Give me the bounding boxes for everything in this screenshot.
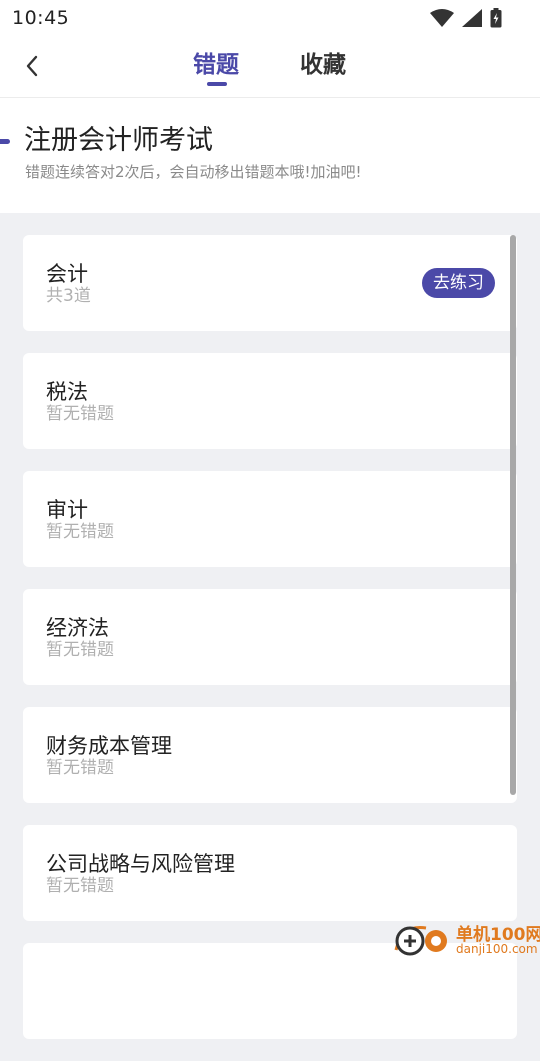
- watermark-url: danji100.com: [456, 942, 538, 956]
- signal-icon: [462, 9, 482, 27]
- wifi-icon: [430, 9, 454, 27]
- subject-card-economic-law[interactable]: 经济法 暂无错题: [23, 589, 517, 685]
- subject-name: 税法: [46, 380, 88, 404]
- watermark: 单机100网 danji100.com: [390, 918, 540, 960]
- battery-icon: [490, 8, 502, 28]
- subject-status: 共3道: [46, 286, 91, 306]
- subject-status: 暂无错题: [46, 522, 114, 542]
- subject-status: 暂无错题: [46, 640, 114, 660]
- exam-title: 注册会计师考试: [24, 125, 213, 156]
- watermark-logo-icon: [394, 925, 447, 956]
- back-button[interactable]: [16, 50, 48, 82]
- subject-name: 财务成本管理: [46, 734, 172, 758]
- status-time: 10:45: [12, 7, 70, 29]
- header-bar: 错题 收藏: [0, 36, 540, 98]
- practice-button[interactable]: 去练习: [422, 268, 495, 298]
- tab-active-indicator: [207, 82, 227, 86]
- subject-card-audit[interactable]: 审计 暂无错题: [23, 471, 517, 567]
- tab-favorites[interactable]: 收藏: [300, 50, 346, 80]
- subject-card-accounting[interactable]: 会计 共3道 去练习: [23, 235, 517, 331]
- status-bar: 10:45: [0, 0, 540, 36]
- subject-name: 经济法: [46, 616, 109, 640]
- subject-card-financial-cost-management[interactable]: 财务成本管理 暂无错题: [23, 707, 517, 803]
- status-icons: [430, 8, 502, 28]
- subject-status: 暂无错题: [46, 404, 114, 424]
- exam-section: 注册会计师考试 错题连续答对2次后，会自动移出错题本哦!加油吧!: [0, 98, 540, 213]
- subject-name: 公司战略与风险管理: [46, 852, 235, 876]
- scrollbar[interactable]: [510, 235, 516, 795]
- subject-card-corporate-strategy[interactable]: 公司战略与风险管理 暂无错题: [23, 825, 517, 921]
- subject-status: 暂无错题: [46, 758, 114, 778]
- subject-status: 暂无错题: [46, 876, 114, 896]
- tab-label: 收藏: [300, 52, 346, 78]
- subject-name: 审计: [46, 498, 88, 522]
- tab-wrong-questions[interactable]: 错题: [193, 50, 239, 86]
- tab-label: 错题: [193, 52, 239, 78]
- subject-card-tax-law[interactable]: 税法 暂无错题: [23, 353, 517, 449]
- exam-subtitle: 错题连续答对2次后，会自动移出错题本哦!加油吧!: [25, 163, 362, 181]
- chevron-left-icon: [26, 55, 38, 77]
- exam-accent-bar: [0, 139, 10, 144]
- subject-name: 会计: [46, 262, 88, 286]
